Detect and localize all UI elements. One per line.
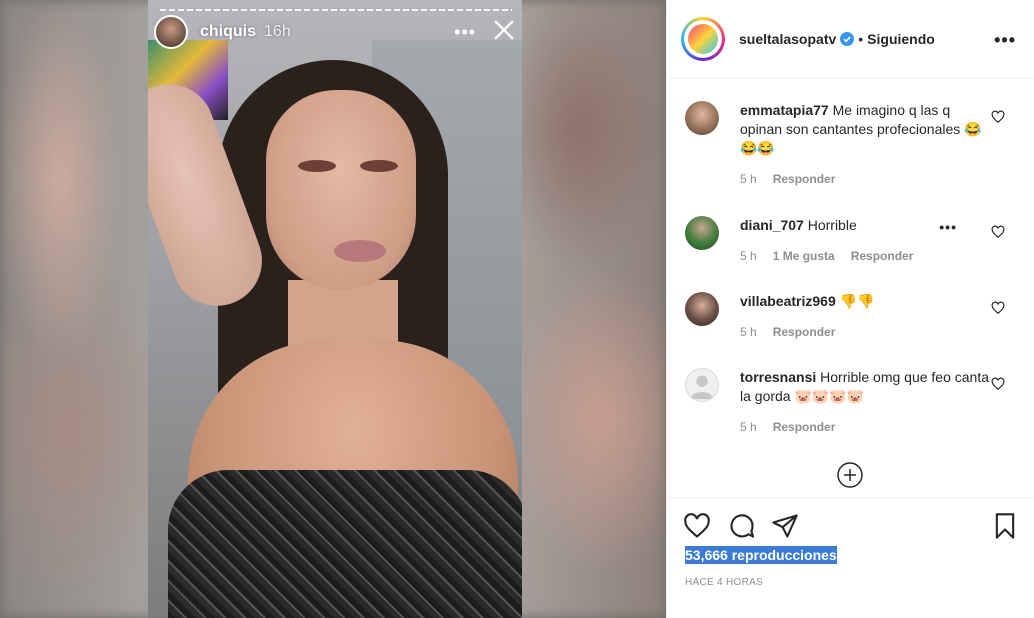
account-logo bbox=[688, 24, 718, 54]
story-time: 16h bbox=[264, 23, 291, 40]
comment-username[interactable]: villabeatriz969 bbox=[740, 293, 836, 309]
share-send-icon[interactable] bbox=[771, 512, 799, 540]
verified-badge-icon bbox=[840, 32, 855, 46]
separator: • bbox=[858, 31, 864, 47]
load-more-comments-icon[interactable] bbox=[837, 462, 863, 488]
post-sidebar: sueltalasopatv • Siguiendo ••• emmatapia… bbox=[666, 0, 1034, 618]
comment-meta: 5 h Responder bbox=[740, 172, 991, 186]
reply-button[interactable]: Responder bbox=[773, 325, 836, 339]
story-progress-bar bbox=[160, 9, 512, 11]
like-heart-icon[interactable] bbox=[991, 301, 1005, 315]
comment-more-icon[interactable]: ••• bbox=[939, 219, 957, 235]
comment-meta: 5 h 1 Me gusta Responder bbox=[740, 249, 991, 263]
avatar[interactable] bbox=[685, 216, 719, 250]
comment-time: 5 h bbox=[740, 420, 757, 434]
close-icon[interactable] bbox=[490, 16, 518, 44]
like-heart-icon[interactable] bbox=[991, 110, 1005, 124]
avatar[interactable] bbox=[685, 101, 719, 135]
comment-username[interactable]: torresnansi bbox=[740, 369, 816, 385]
reply-button[interactable]: Responder bbox=[773, 420, 836, 434]
comment: torresnansi Horrible omg que feo canta l… bbox=[667, 368, 1034, 434]
avatar[interactable] bbox=[685, 292, 719, 326]
bookmark-icon[interactable] bbox=[991, 512, 1019, 540]
eye-right bbox=[360, 160, 398, 172]
comment: diani_707 Horrible 5 h 1 Me gusta Respon… bbox=[667, 216, 1034, 263]
like-heart-icon[interactable] bbox=[991, 377, 1005, 391]
reply-button[interactable]: Responder bbox=[851, 249, 914, 263]
story-username[interactable]: chiquis bbox=[200, 23, 256, 41]
comment-time: 5 h bbox=[740, 172, 757, 186]
clothing bbox=[168, 470, 522, 618]
eye-left bbox=[298, 160, 336, 172]
account-name[interactable]: sueltalasopatv bbox=[739, 31, 836, 47]
more-icon[interactable]: ••• bbox=[454, 22, 476, 43]
comment-username[interactable]: emmatapia77 bbox=[740, 102, 829, 118]
account-avatar[interactable] bbox=[681, 17, 725, 61]
comment: villabeatriz969 👎👎 5 h Responder bbox=[667, 292, 1034, 339]
like-heart-icon[interactable] bbox=[683, 512, 711, 540]
story-header: chiquis 16h ••• bbox=[152, 14, 522, 50]
comment-likes[interactable]: 1 Me gusta bbox=[773, 249, 835, 263]
video-player[interactable]: chiquis 16h ••• bbox=[0, 0, 666, 618]
comment-meta: 5 h Responder bbox=[740, 325, 991, 339]
story-frame bbox=[148, 0, 522, 618]
comment: emmatapia77 Me imagino q las q opinan so… bbox=[667, 101, 1034, 186]
comment-bubble-icon[interactable] bbox=[728, 512, 756, 540]
default-avatar-icon[interactable] bbox=[685, 368, 719, 402]
lips bbox=[334, 240, 386, 262]
comment-text: Horrible bbox=[807, 217, 857, 233]
face bbox=[266, 90, 416, 290]
post-actions: 53,666 reproducciones HACE 4 HORAS bbox=[667, 497, 1034, 618]
follow-status[interactable]: Siguiendo bbox=[867, 31, 935, 47]
post-header: sueltalasopatv • Siguiendo ••• bbox=[667, 0, 1034, 79]
reply-button[interactable]: Responder bbox=[773, 172, 836, 186]
post-timestamp[interactable]: HACE 4 HORAS bbox=[685, 577, 763, 588]
comment-time: 5 h bbox=[740, 249, 757, 263]
comment-time: 5 h bbox=[740, 325, 757, 339]
like-heart-icon[interactable] bbox=[991, 225, 1005, 239]
views-count[interactable]: 53,666 reproducciones bbox=[685, 546, 837, 564]
comment-username[interactable]: diani_707 bbox=[740, 217, 804, 233]
more-options-icon[interactable]: ••• bbox=[994, 30, 1016, 51]
story-avatar[interactable] bbox=[154, 15, 188, 49]
comment-meta: 5 h Responder bbox=[740, 420, 991, 434]
comment-text: 👎👎 bbox=[839, 293, 875, 309]
